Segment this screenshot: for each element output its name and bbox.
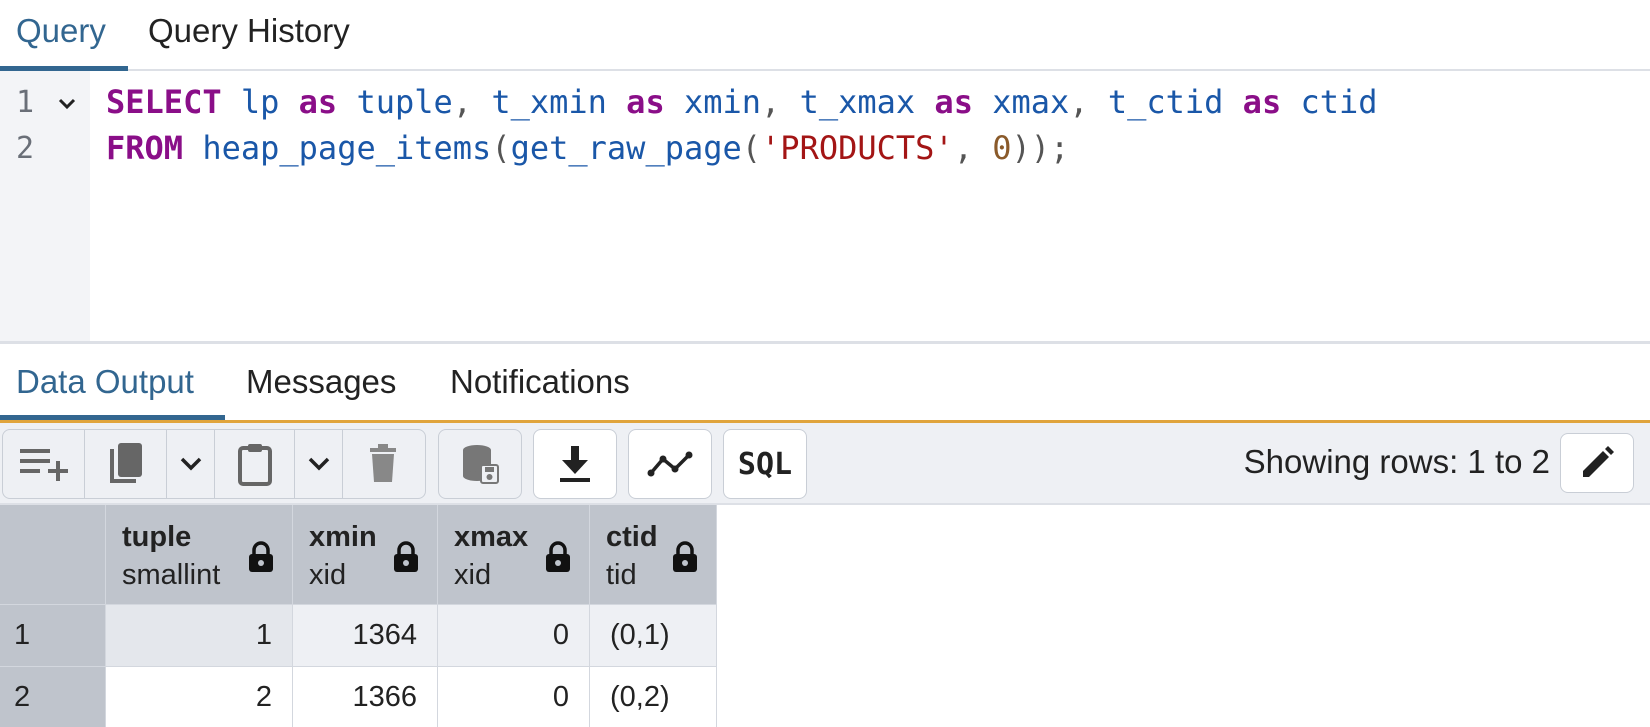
sql-button[interactable]: SQL [724,430,806,498]
keyword: FROM [106,129,184,167]
trash-icon [370,444,396,482]
cell-xmax[interactable]: 0 [438,667,590,727]
editor-gutter: 1 2 [0,71,90,341]
column-name: tuple [122,521,192,553]
table-row[interactable]: 1 1 1364 0 (0,1) [0,605,717,667]
tab-query-history[interactable]: Query History [132,0,372,71]
identifier: lp [240,83,280,121]
string-literal: 'PRODUCTS' [761,129,954,167]
rows-status: Showing rows: 1 to 2 [1243,443,1550,480]
graph-visualiser-button[interactable] [629,430,711,498]
tab-data-output[interactable]: Data Output [0,344,225,420]
column-header-xmax[interactable]: xmax xid [438,505,590,605]
keyword: as [626,83,665,121]
sql-group: SQL [723,429,807,499]
identifier: t_xmin [491,83,607,121]
line-chart-icon [647,451,693,477]
cell-xmin[interactable]: 1364 [293,605,438,667]
chevron-down-icon [180,457,201,471]
column-header-ctid[interactable]: ctid tid [590,505,717,605]
line-number: 2 [16,131,35,166]
keyword: as [298,83,338,121]
lock-icon [546,541,570,572]
code-line-1: SELECT lp as tuple, t_xmin as xmin, t_xm… [106,83,1378,121]
line-number: 1 [16,85,35,120]
row-edit-group [2,429,426,499]
identifier: t_xmax [799,83,916,121]
column-type: tid [606,559,637,591]
paste-button[interactable] [215,430,295,498]
column-type: xid [454,559,492,591]
row-number[interactable]: 1 [0,605,106,667]
paste-options-dropdown[interactable] [295,430,343,498]
save-data-button[interactable] [439,430,521,498]
copy-options-dropdown[interactable] [167,430,215,498]
sql-editor[interactable]: 1 2 SELECT lp as tuple, t_xmin as xmin, … [0,71,1650,344]
edit-button[interactable] [1560,433,1634,493]
column-header-tuple[interactable]: tuple smallint [106,505,293,605]
cell-ctid[interactable]: (0,1) [590,605,717,667]
lock-icon [249,541,273,572]
lock-icon [673,541,697,572]
keyword: as [934,83,973,121]
identifier: xmin [683,83,762,121]
cell-xmin[interactable]: 1366 [293,667,438,727]
pencil-icon [1583,446,1614,477]
download-group [533,429,617,499]
function-name: get_raw_page [510,129,742,167]
database-save-icon [463,445,499,484]
output-tabs-bar: Data Output Messages Notifications [0,344,1650,423]
cell-ctid[interactable]: (0,2) [590,667,717,727]
column-name: xmin [309,521,377,553]
code-line-2: FROM heap_page_items(get_raw_page('PRODU… [106,129,1070,167]
grid-header-row: tuple smallint xmin xid xmax xid ctid ti… [0,505,717,605]
tab-notifications[interactable]: Notifications [434,344,664,420]
column-type: smallint [122,559,221,591]
tab-messages[interactable]: Messages [230,344,420,420]
row-number[interactable]: 2 [0,667,106,727]
identifier: tuple [356,83,453,121]
add-row-icon [19,449,68,481]
row-number-header[interactable] [0,505,106,605]
chevron-down-icon[interactable] [56,93,78,115]
cell-xmax[interactable]: 0 [438,605,590,667]
result-grid: tuple smallint xmin xid xmax xid ctid ti… [0,505,717,727]
cell-tuple[interactable]: 2 [106,667,293,727]
download-button[interactable] [534,430,616,498]
query-tabs-bar: Query Query History [0,0,1650,71]
column-name: xmax [454,521,529,553]
column-type: xid [309,559,347,591]
paste-icon [237,444,272,486]
table-row[interactable]: 2 2 1366 0 (0,2) [0,667,717,727]
keyword: as [1242,83,1282,121]
lock-icon [394,541,418,572]
download-icon [560,446,590,482]
copy-button[interactable] [85,430,167,498]
column-name: ctid [606,521,658,553]
copy-icon [109,443,142,483]
save-data-group [438,429,522,499]
identifier: ctid [1300,83,1378,121]
chevron-down-icon [308,457,329,471]
keyword: SELECT [106,83,222,121]
number-literal: 0 [992,129,1012,167]
function-name: heap_page_items [202,129,492,167]
identifier: xmax [992,83,1070,121]
delete-button[interactable] [343,430,423,498]
data-output-toolbar: SQL Showing rows: 1 to 2 [0,423,1650,505]
tab-query[interactable]: Query [0,0,128,71]
identifier: t_ctid [1107,83,1224,121]
cell-tuple[interactable]: 1 [106,605,293,667]
graph-group [628,429,712,499]
column-header-xmin[interactable]: xmin xid [293,505,438,605]
add-row-button[interactable] [3,430,85,498]
